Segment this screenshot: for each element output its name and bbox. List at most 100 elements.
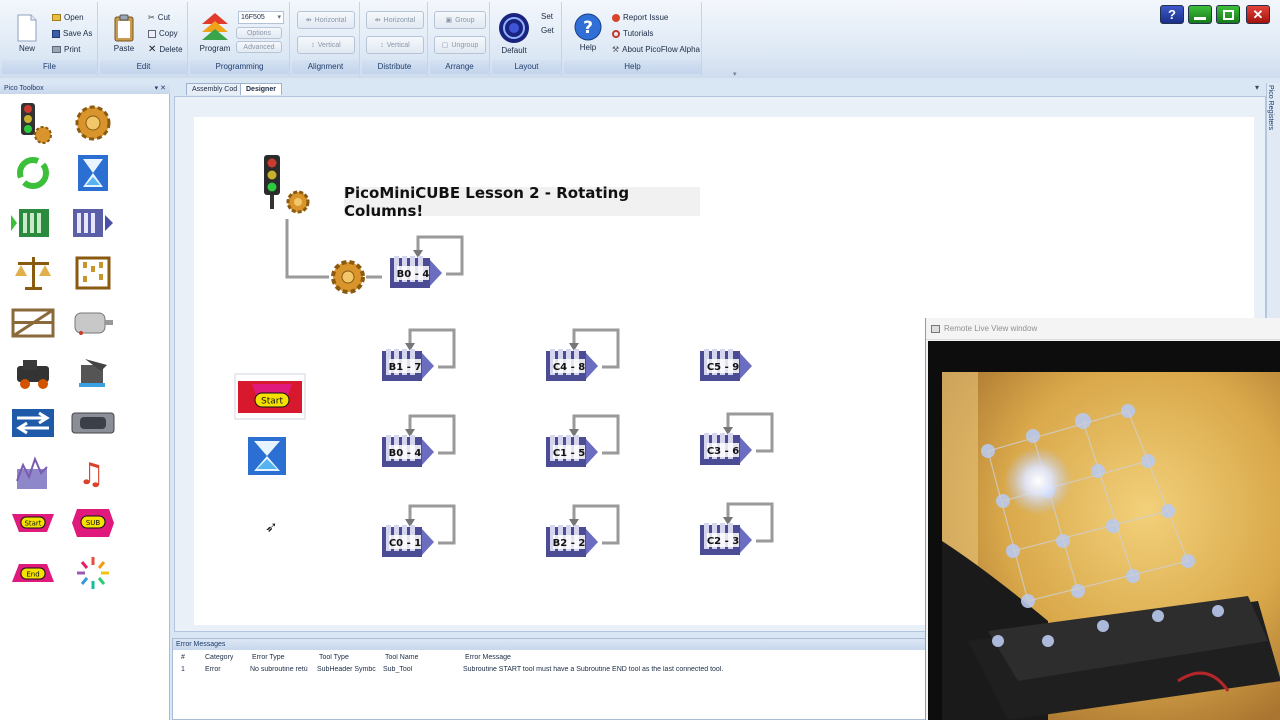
tool-serial[interactable] <box>70 400 116 446</box>
tool-sub-start[interactable]: Start <box>10 500 56 546</box>
led-cube-video-frame <box>942 372 1280 720</box>
document-tabs: Assembly Cod Designer ▾ <box>172 83 1267 95</box>
error-col-header[interactable]: # <box>181 654 185 661</box>
save-icon <box>52 29 60 38</box>
error-col-header[interactable]: Error Type <box>252 654 285 661</box>
ribbon-collapse-icon[interactable]: ▾ <box>733 70 737 78</box>
subroutine-end-icon: End <box>12 564 54 582</box>
help-icon: ? <box>1168 7 1176 22</box>
output-block-node[interactable]: B1 - 7 <box>382 328 456 381</box>
layout-get-button[interactable]: Get <box>541 26 554 35</box>
output-block-node[interactable]: C3 - 6 <box>700 412 774 465</box>
advanced-button[interactable]: Advanced <box>236 41 282 53</box>
tool-random[interactable] <box>70 550 116 596</box>
tab-designer[interactable]: Designer <box>240 83 282 95</box>
print-button[interactable]: Print <box>52 45 80 54</box>
delay-hourglass-node[interactable] <box>248 437 286 475</box>
program-button[interactable]: Program <box>198 12 232 53</box>
process-gear-node[interactable] <box>331 260 365 294</box>
chip-select[interactable]: 16F505 ▾ <box>238 11 284 24</box>
live-view-titlebar[interactable]: Remote Live View window <box>926 318 1280 340</box>
help-window-button[interactable]: ? <box>1160 5 1184 24</box>
output-block-node[interactable]: B0 - 4 <box>382 414 456 467</box>
swap-arrows-icon <box>12 409 54 437</box>
tool-gate[interactable] <box>10 300 56 346</box>
help-button[interactable]: ? Help <box>571 13 605 52</box>
tool-input[interactable] <box>70 200 116 246</box>
error-col-header[interactable]: Error Message <box>465 654 511 661</box>
tool-decision[interactable] <box>10 250 56 296</box>
tool-output[interactable] <box>10 200 56 246</box>
svg-text:?: ? <box>583 18 593 38</box>
save-as-button[interactable]: Save As <box>52 29 92 38</box>
copy-button[interactable]: Copy <box>148 29 178 38</box>
close-button[interactable]: ✕ <box>1246 5 1270 24</box>
options-button[interactable]: Options <box>236 27 282 39</box>
tool-robot-base[interactable] <box>10 350 56 396</box>
new-button[interactable]: New <box>10 14 44 53</box>
output-block-node[interactable]: C1 - 5 <box>546 414 620 467</box>
tool-process[interactable] <box>70 100 116 146</box>
servo-icon <box>79 359 107 387</box>
tool-delay[interactable] <box>70 150 116 196</box>
start-traffic-light-node[interactable] <box>264 155 310 214</box>
loop-arrows-icon <box>17 157 49 189</box>
open-button[interactable]: Open <box>52 13 84 22</box>
traffic-light-gear-icon <box>21 103 52 144</box>
tutorials-button[interactable]: Tutorials <box>612 29 653 38</box>
tool-analog[interactable] <box>10 450 56 496</box>
cut-button[interactable]: ✂ Cut <box>148 13 170 22</box>
pico-registers-rail[interactable]: Pico Registers <box>1266 83 1280 323</box>
error-messages-panel: Error Messages # Category Error Type Too… <box>172 638 927 720</box>
pin-icon[interactable]: ▾ ✕ <box>155 83 166 94</box>
output-block-node[interactable]: C4 - 8 <box>546 328 620 381</box>
table-row[interactable]: 1 Error No subroutine retú SubHeader Sym… <box>173 664 926 675</box>
tool-transfer[interactable] <box>10 400 56 446</box>
align-vertical-button[interactable]: ↕ Vertical <box>297 36 355 54</box>
output-block-node[interactable]: C5 - 9 <box>700 349 752 381</box>
close-icon: ✕ <box>1252 6 1264 22</box>
report-issue-button[interactable]: Report Issue <box>612 13 668 22</box>
output-block-node[interactable]: C0 - 1 <box>382 504 456 557</box>
distribute-horizontal-button[interactable]: ⇹ Horizontal <box>366 11 424 29</box>
error-col-header[interactable]: Tool Type <box>319 654 349 661</box>
ribbon-group-alignment: ⇹ Horizontal ↕ Vertical Alignment <box>292 2 360 76</box>
tool-start-program[interactable] <box>10 100 56 146</box>
tab-assembly-code[interactable]: Assembly Cod <box>186 83 244 95</box>
output-block-label: B1 - 7 <box>389 362 422 373</box>
canvas-title-label[interactable]: PicoMiniCUBE Lesson 2 - Rotating Columns… <box>344 184 700 220</box>
output-block-node[interactable]: C2 - 3 <box>700 502 774 555</box>
group-button[interactable]: ▣ Group <box>434 11 486 29</box>
ungroup-button[interactable]: ▢ Ungroup <box>434 36 486 54</box>
tool-loop[interactable] <box>10 150 56 196</box>
fence-gate-icon <box>11 308 55 338</box>
align-vertical-icon: ↕ <box>311 41 315 49</box>
sub-start-node[interactable]: Start <box>234 373 306 420</box>
paste-button[interactable]: Paste <box>107 14 141 53</box>
clipboard-icon <box>114 14 134 42</box>
tool-sound[interactable]: ♫ <box>70 450 116 496</box>
minimize-button[interactable] <box>1188 5 1212 24</box>
tool-motor[interactable] <box>70 300 116 346</box>
about-button[interactable]: ⚒ About PicoFlow Alpha <box>612 45 700 54</box>
remote-live-view-window[interactable]: Remote Live View window <box>925 318 1280 720</box>
tool-sub-end[interactable]: End <box>10 550 56 596</box>
output-block-node[interactable]: B0 - 4 <box>390 235 464 288</box>
layout-default-button[interactable]: Default <box>497 12 531 55</box>
error-col-header[interactable]: Category <box>205 654 233 661</box>
delete-button[interactable]: ✕ Delete <box>148 43 183 55</box>
distribute-vertical-icon: ↕ <box>380 41 384 49</box>
tool-subroutine-call[interactable]: SUB <box>70 500 116 546</box>
layout-set-button[interactable]: Set <box>541 12 553 21</box>
tab-menu-chevron-icon[interactable]: ▾ <box>1255 83 1259 92</box>
distribute-vertical-button[interactable]: ↕ Vertical <box>366 36 424 54</box>
tool-counter[interactable] <box>70 250 116 296</box>
delete-x-icon: ✕ <box>148 43 157 55</box>
align-horizontal-button[interactable]: ⇹ Horizontal <box>297 11 355 29</box>
maximize-button[interactable] <box>1216 5 1240 24</box>
tool-servo[interactable] <box>70 350 116 396</box>
sub-start-node-label: Start <box>261 397 283 407</box>
output-block-node[interactable]: B2 - 2 <box>546 504 620 557</box>
motor-icon <box>74 312 113 335</box>
error-col-header[interactable]: Tool Name <box>385 654 418 661</box>
